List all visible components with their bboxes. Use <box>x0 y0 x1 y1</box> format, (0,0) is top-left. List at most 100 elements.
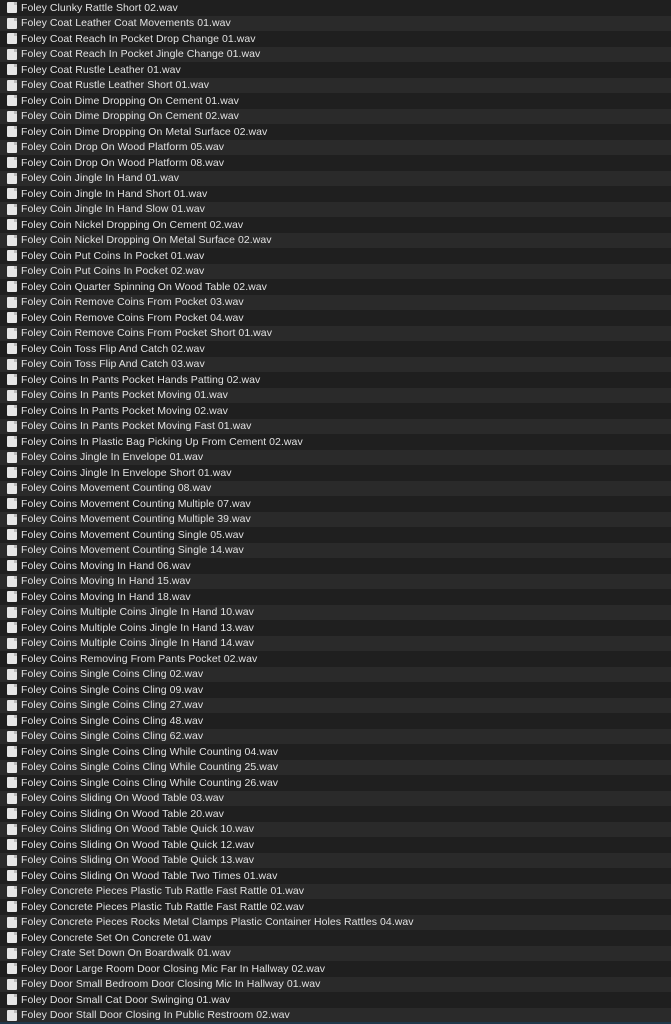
file-name: Foley Coins Single Coins Cling 27.wav <box>21 699 204 712</box>
file-row[interactable]: Foley Coins Single Coins Cling 02.wav <box>0 666 671 682</box>
file-row[interactable]: Foley Coat Rustle Leather 01.wav <box>0 62 671 78</box>
file-row[interactable]: Foley Concrete Pieces Plastic Tub Rattle… <box>0 899 671 915</box>
file-name: Foley Coins Movement Counting Single 05.… <box>21 528 244 541</box>
file-row[interactable]: Foley Coin Remove Coins From Pocket Shor… <box>0 325 671 341</box>
file-row[interactable]: Foley Door Large Room Door Closing Mic F… <box>0 961 671 977</box>
file-name: Foley Coin Drop On Wood Platform 05.wav <box>21 141 225 154</box>
file-row[interactable]: Foley Coin Dime Dropping On Cement 01.wa… <box>0 93 671 109</box>
file-row[interactable]: Foley Coin Put Coins In Pocket 01.wav <box>0 248 671 264</box>
file-name: Foley Coins Moving In Hand 15.wav <box>21 575 191 588</box>
file-row[interactable]: Foley Coins Sliding On Wood Table Quick … <box>0 852 671 868</box>
file-row[interactable]: Foley Coins In Pants Pocket Moving Fast … <box>0 418 671 434</box>
audio-file-icon <box>7 622 17 634</box>
file-row[interactable]: Foley Concrete Set On Concrete 01.wav <box>0 930 671 946</box>
file-row[interactable]: Foley Coins Sliding On Wood Table Quick … <box>0 821 671 837</box>
file-name: Foley Coat Rustle Leather Short 01.wav <box>21 79 210 92</box>
audio-file-icon <box>7 296 17 308</box>
file-row[interactable]: Foley Coins Single Coins Cling 62.wav <box>0 728 671 744</box>
file-row[interactable]: Foley Coins In Plastic Bag Picking Up Fr… <box>0 434 671 450</box>
file-row[interactable]: Foley Coin Put Coins In Pocket 02.wav <box>0 263 671 279</box>
file-row[interactable]: Foley Coins In Pants Pocket Hands Pattin… <box>0 372 671 388</box>
audio-file-icon <box>7 420 17 432</box>
file-row[interactable]: Foley Coins Multiple Coins Jingle In Han… <box>0 604 671 620</box>
file-row[interactable]: Foley Coins Sliding On Wood Table Two Ti… <box>0 868 671 884</box>
audio-file-icon <box>7 203 17 215</box>
file-row[interactable]: Foley Door Small Cat Door Swinging 01.wa… <box>0 992 671 1008</box>
audio-file-icon <box>7 482 17 494</box>
file-row[interactable]: Foley Coat Rustle Leather Short 01.wav <box>0 77 671 93</box>
file-row[interactable]: Foley Coin Jingle In Hand 01.wav <box>0 170 671 186</box>
audio-file-icon <box>7 963 17 975</box>
file-row[interactable]: Foley Door Stall Door Closing In Public … <box>0 1007 671 1023</box>
file-row[interactable]: Foley Coins Multiple Coins Jingle In Han… <box>0 620 671 636</box>
file-row[interactable]: Foley Coins Single Coins Cling 27.wav <box>0 697 671 713</box>
file-row[interactable]: Foley Coins Single Coins Cling 48.wav <box>0 713 671 729</box>
file-row[interactable]: Foley Coins Single Coins Cling While Cou… <box>0 744 671 760</box>
file-row[interactable]: Foley Coin Toss Flip And Catch 02.wav <box>0 341 671 357</box>
audio-file-icon <box>7 560 17 572</box>
file-list: Foley Clunky Rattle Short 02.wav Foley Co… <box>0 0 671 1023</box>
file-row[interactable]: Foley Coins Multiple Coins Jingle In Han… <box>0 635 671 651</box>
file-row[interactable]: Foley Coins Movement Counting Single 05.… <box>0 527 671 543</box>
file-name: Foley Coins In Pants Pocket Moving Fast … <box>21 420 252 433</box>
file-row[interactable]: Foley Door Small Bedroom Door Closing Mi… <box>0 976 671 992</box>
file-name: Foley Coin Nickel Dropping On Metal Surf… <box>21 234 272 247</box>
file-row[interactable]: Foley Coins Moving In Hand 06.wav <box>0 558 671 574</box>
file-row[interactable]: Foley Coins Movement Counting Multiple 3… <box>0 511 671 527</box>
file-row[interactable]: Foley Coins Removing From Pants Pocket 0… <box>0 651 671 667</box>
file-name: Foley Coin Drop On Wood Platform 08.wav <box>21 156 225 169</box>
file-row[interactable]: Foley Coin Drop On Wood Platform 05.wav <box>0 139 671 155</box>
file-row[interactable]: Foley Coin Dime Dropping On Cement 02.wa… <box>0 108 671 124</box>
file-row[interactable]: Foley Coin Toss Flip And Catch 03.wav <box>0 356 671 372</box>
file-row[interactable]: Foley Coat Leather Coat Movements 01.wav <box>0 15 671 31</box>
file-row[interactable]: Foley Coins Jingle In Envelope 01.wav <box>0 449 671 465</box>
file-row[interactable]: Foley Coins Sliding On Wood Table Quick … <box>0 837 671 853</box>
file-name: Foley Coins In Pants Pocket Moving 01.wa… <box>21 389 228 402</box>
file-row[interactable]: Foley Concrete Pieces Plastic Tub Rattle… <box>0 883 671 899</box>
audio-file-icon <box>7 436 17 448</box>
file-name: Foley Door Small Cat Door Swinging 01.wa… <box>21 993 231 1006</box>
file-name: Foley Coins Sliding On Wood Table Two Ti… <box>21 869 278 882</box>
audio-file-icon <box>7 327 17 339</box>
file-row[interactable]: Foley Crate Set Down On Boardwalk 01.wav <box>0 945 671 961</box>
file-row[interactable]: Foley Coins Movement Counting Single 14.… <box>0 542 671 558</box>
file-row[interactable]: Foley Coin Remove Coins From Pocket 03.w… <box>0 294 671 310</box>
file-row[interactable]: Foley Coins In Pants Pocket Moving 01.wa… <box>0 387 671 403</box>
file-row[interactable]: Foley Coins Jingle In Envelope Short 01.… <box>0 465 671 481</box>
file-row[interactable]: Foley Coins Single Coins Cling While Cou… <box>0 775 671 791</box>
file-row[interactable]: Foley Coins Movement Counting Multiple 0… <box>0 496 671 512</box>
file-row[interactable]: Foley Coin Nickel Dropping On Metal Surf… <box>0 232 671 248</box>
file-name: Foley Coin Remove Coins From Pocket 03.w… <box>21 296 244 309</box>
file-name: Foley Coin Jingle In Hand Short 01.wav <box>21 187 208 200</box>
file-row[interactable]: Foley Coin Dime Dropping On Metal Surfac… <box>0 124 671 140</box>
audio-file-icon <box>7 79 17 91</box>
file-name: Foley Coins Movement Counting Multiple 0… <box>21 497 251 510</box>
file-row[interactable]: Foley Coins Single Coins Cling While Cou… <box>0 759 671 775</box>
file-row[interactable]: Foley Coins In Pants Pocket Moving 02.wa… <box>0 403 671 419</box>
file-row[interactable]: Foley Concrete Pieces Rocks Metal Clamps… <box>0 914 671 930</box>
file-row[interactable]: Foley Coins Movement Counting 08.wav <box>0 480 671 496</box>
file-row[interactable]: Foley Coins Sliding On Wood Table 20.wav <box>0 806 671 822</box>
file-row[interactable]: Foley Coin Jingle In Hand Slow 01.wav <box>0 201 671 217</box>
audio-file-icon <box>7 48 17 60</box>
file-row[interactable]: Foley Coin Quarter Spinning On Wood Tabl… <box>0 279 671 295</box>
audio-file-icon <box>7 916 17 928</box>
audio-file-icon <box>7 606 17 618</box>
file-row[interactable]: Foley Coat Reach In Pocket Drop Change 0… <box>0 31 671 47</box>
file-row[interactable]: Foley Coin Jingle In Hand Short 01.wav <box>0 186 671 202</box>
audio-file-icon <box>7 901 17 913</box>
file-row[interactable]: Foley Clunky Rattle Short 02.wav <box>0 0 671 16</box>
file-row[interactable]: Foley Coin Nickel Dropping On Cement 02.… <box>0 217 671 233</box>
audio-file-icon <box>7 451 17 463</box>
file-row[interactable]: Foley Coat Reach In Pocket Jingle Change… <box>0 46 671 62</box>
file-row[interactable]: Foley Coin Remove Coins From Pocket 04.w… <box>0 310 671 326</box>
audio-file-icon <box>7 715 17 727</box>
file-row[interactable]: Foley Coins Moving In Hand 18.wav <box>0 589 671 605</box>
file-row[interactable]: Foley Coins Sliding On Wood Table 03.wav <box>0 790 671 806</box>
audio-file-icon <box>7 405 17 417</box>
file-row[interactable]: Foley Coins Single Coins Cling 09.wav <box>0 682 671 698</box>
file-row[interactable]: Foley Coins Moving In Hand 15.wav <box>0 573 671 589</box>
audio-file-icon <box>7 141 17 153</box>
file-row[interactable]: Foley Coin Drop On Wood Platform 08.wav <box>0 155 671 171</box>
audio-file-icon <box>7 839 17 851</box>
